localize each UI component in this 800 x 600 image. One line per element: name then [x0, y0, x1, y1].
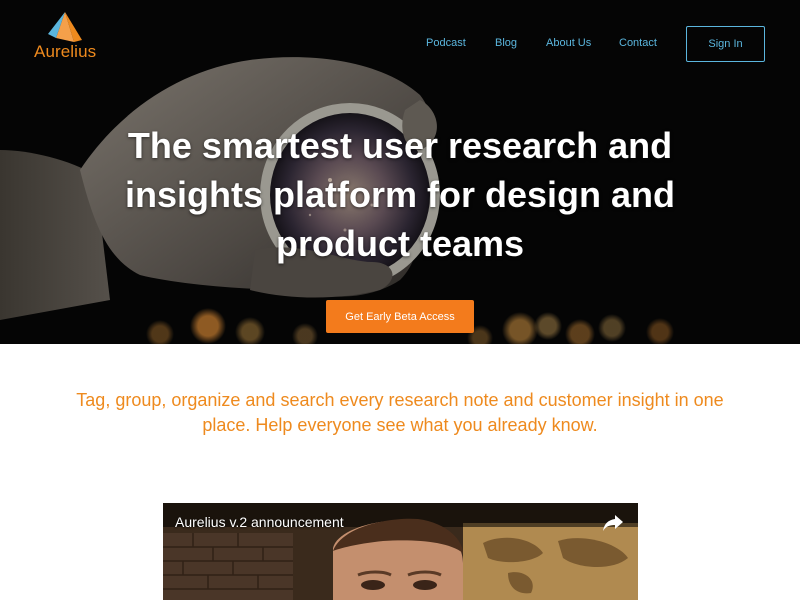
tagline: Tag, group, organize and search every re… [76, 390, 724, 435]
hero-headline: The smartest user research and insights … [124, 125, 676, 264]
nav-item-blog[interactable]: Blog [495, 37, 517, 49]
video-embed[interactable]: Aurelius v.2 announcement [163, 503, 638, 600]
sign-in-button[interactable]: Sign In [686, 26, 765, 62]
video-title: Aurelius v.2 announcement [175, 514, 344, 530]
nav-item-podcast[interactable]: Podcast [426, 37, 466, 49]
share-icon[interactable] [602, 513, 624, 533]
nav-item-about-us[interactable]: About Us [546, 37, 591, 49]
get-early-beta-access-button[interactable]: Get Early Beta Access [326, 300, 474, 333]
nav-item-contact[interactable]: Contact [619, 37, 657, 49]
main-nav: Podcast Blog About Us Contact [0, 26, 800, 62]
